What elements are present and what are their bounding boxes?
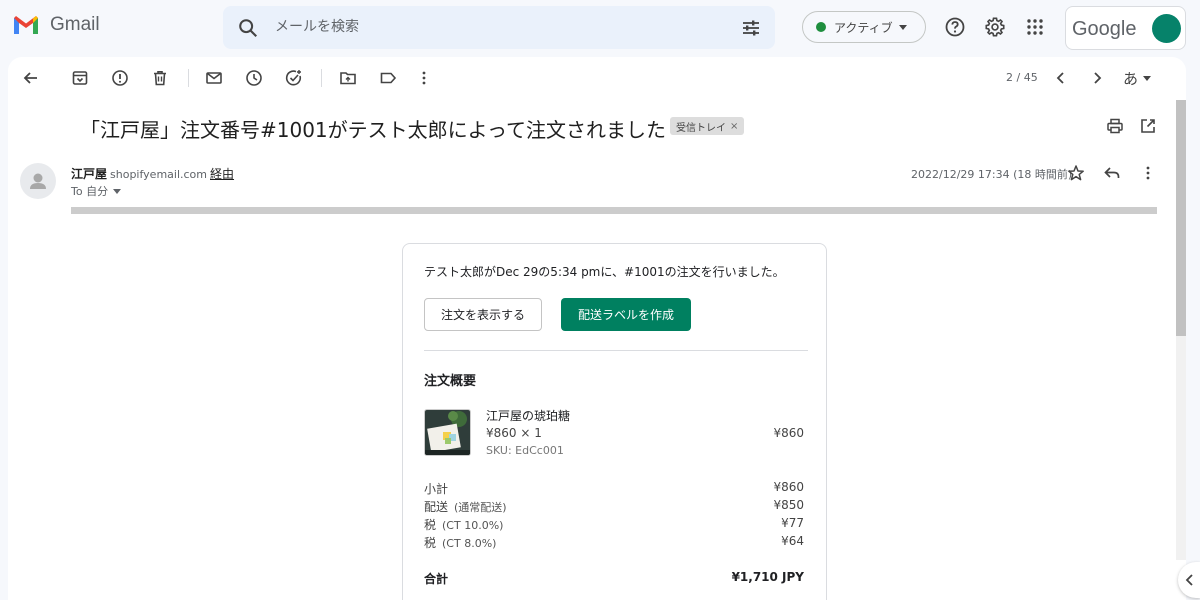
top-bar: Gmail アクティブ Google xyxy=(0,0,1200,56)
search-icon[interactable] xyxy=(237,17,259,39)
email-date: 2022/12/29 17:34 (18 時間前) xyxy=(911,168,1073,181)
total-label: 合計 xyxy=(424,572,449,586)
gmail-m-icon xyxy=(14,16,38,34)
arrow-left-icon xyxy=(23,72,37,84)
chevron-down-icon xyxy=(898,24,907,30)
input-tools-button[interactable]: あ xyxy=(1123,68,1152,89)
product-name: 江戸屋の琥珀糖 xyxy=(486,409,571,423)
snooze-button[interactable] xyxy=(245,69,263,87)
sender-name: 江戸屋 xyxy=(71,167,108,181)
subtotal-label: 小計 xyxy=(424,482,449,496)
tax-rate: (CT 8.0%) xyxy=(442,537,497,550)
view-order-button[interactable]: 注文を表示する xyxy=(424,298,542,331)
search-input[interactable] xyxy=(275,16,715,38)
total-value: ¥1,710 JPY xyxy=(731,570,804,584)
shipping-method: (通常配送) xyxy=(454,501,507,514)
chevron-left-icon xyxy=(1185,574,1193,586)
email-header-bar xyxy=(71,207,1157,214)
more-actions-button[interactable] xyxy=(415,69,433,87)
person-icon xyxy=(30,173,46,189)
label-icon xyxy=(380,72,397,84)
product-image xyxy=(424,409,471,456)
shipping-label: 配送 xyxy=(424,500,449,514)
order-card: テスト太郎がDec 29の5:34 pmに、#1001の注文を行いました。 注文… xyxy=(402,243,827,600)
tax-rate: (CT 10.0%) xyxy=(442,519,504,532)
task-add-icon xyxy=(285,70,302,86)
trash-icon xyxy=(154,71,166,86)
tax-value: ¥64 xyxy=(781,534,804,548)
more-vert-icon xyxy=(422,71,426,85)
clock-icon xyxy=(246,70,262,86)
inbox-label-chip[interactable]: 受信トレイ × xyxy=(670,117,745,135)
product-price: ¥860 xyxy=(773,426,804,440)
apps-grid-icon[interactable] xyxy=(1024,16,1046,38)
gear-icon[interactable] xyxy=(984,16,1006,38)
star-icon[interactable] xyxy=(1067,164,1085,182)
alert-icon xyxy=(112,70,128,86)
app-name: Gmail xyxy=(50,14,100,35)
message-panel: 2 / 45 あ 「江戸屋」注文番号#1001がテスト太郎によって注文されました… xyxy=(8,57,1186,600)
sender-line: 江戸屋 shopifyemail.com 経由 xyxy=(71,165,234,182)
chevron-right-icon xyxy=(1094,72,1102,84)
add-task-button[interactable] xyxy=(285,69,303,87)
sender-via-link[interactable]: 経由 xyxy=(210,167,234,181)
folder-move-icon xyxy=(340,72,356,85)
status-dot xyxy=(816,22,826,32)
pager-count: 2 / 45 xyxy=(1006,71,1038,84)
gmail-logo[interactable]: Gmail xyxy=(12,14,100,36)
shipping-value: ¥850 xyxy=(773,498,804,512)
account-switcher[interactable]: Google xyxy=(1065,6,1186,50)
order-intro: テスト太郎がDec 29の5:34 pmに、#1001の注文を行いました。 xyxy=(424,265,785,279)
scrollbar-thumb[interactable] xyxy=(1176,100,1186,336)
label-chip-text: 受信トレイ xyxy=(676,122,726,134)
archive-icon xyxy=(72,71,88,85)
newer-button[interactable] xyxy=(1052,69,1070,87)
email-subject: 「江戸屋」注文番号#1001がテスト太郎によって注文されました xyxy=(80,118,667,142)
tax-value: ¥77 xyxy=(781,516,804,530)
older-button[interactable] xyxy=(1088,69,1106,87)
message-toolbar: 2 / 45 あ xyxy=(8,57,1186,99)
print-icon[interactable] xyxy=(1106,117,1124,135)
help-icon[interactable] xyxy=(944,16,966,38)
create-shipping-label-button[interactable]: 配送ラベルを作成 xyxy=(561,298,691,331)
order-summary-title: 注文概要 xyxy=(424,374,477,389)
archive-button[interactable] xyxy=(71,69,89,87)
chevron-down-icon xyxy=(113,188,122,194)
sender-via-domain: shopifyemail.com xyxy=(110,168,208,181)
card-divider xyxy=(424,350,808,351)
recipient-details[interactable]: To 自分 xyxy=(71,183,122,199)
avatar[interactable] xyxy=(1152,14,1181,43)
status-selector[interactable]: アクティブ xyxy=(802,11,926,43)
more-vert-icon[interactable] xyxy=(1139,164,1157,182)
remove-label-icon[interactable]: × xyxy=(730,121,738,132)
mail-icon xyxy=(206,72,222,84)
chevron-down-icon xyxy=(1143,76,1152,81)
search-bar xyxy=(223,6,775,49)
toolbar-divider xyxy=(321,69,322,87)
move-to-button[interactable] xyxy=(339,69,357,87)
search-options-icon[interactable] xyxy=(741,18,761,38)
delete-button[interactable] xyxy=(151,69,169,87)
reply-icon[interactable] xyxy=(1103,164,1121,182)
input-tools-label: あ xyxy=(1123,70,1139,88)
google-wordmark: Google xyxy=(1072,18,1137,40)
recipient-label: To 自分 xyxy=(71,185,109,198)
status-label: アクティブ xyxy=(834,20,893,35)
sender-avatar[interactable] xyxy=(20,163,56,199)
product-sku: SKU: EdCc001 xyxy=(486,444,564,457)
labels-button[interactable] xyxy=(379,69,397,87)
subtotal-value: ¥860 xyxy=(773,480,804,494)
open-new-window-icon[interactable] xyxy=(1139,117,1157,135)
product-quantity: ¥860 × 1 xyxy=(486,426,542,440)
chevron-left-icon xyxy=(1056,72,1064,84)
mark-unread-button[interactable] xyxy=(205,69,223,87)
tax-label: 税 xyxy=(424,518,437,532)
scrollbar[interactable] xyxy=(1176,100,1186,560)
report-spam-button[interactable] xyxy=(111,69,129,87)
toolbar-divider xyxy=(188,69,189,87)
tax-label: 税 xyxy=(424,536,437,550)
back-button[interactable] xyxy=(22,69,40,87)
product-thumbnail xyxy=(425,410,470,455)
